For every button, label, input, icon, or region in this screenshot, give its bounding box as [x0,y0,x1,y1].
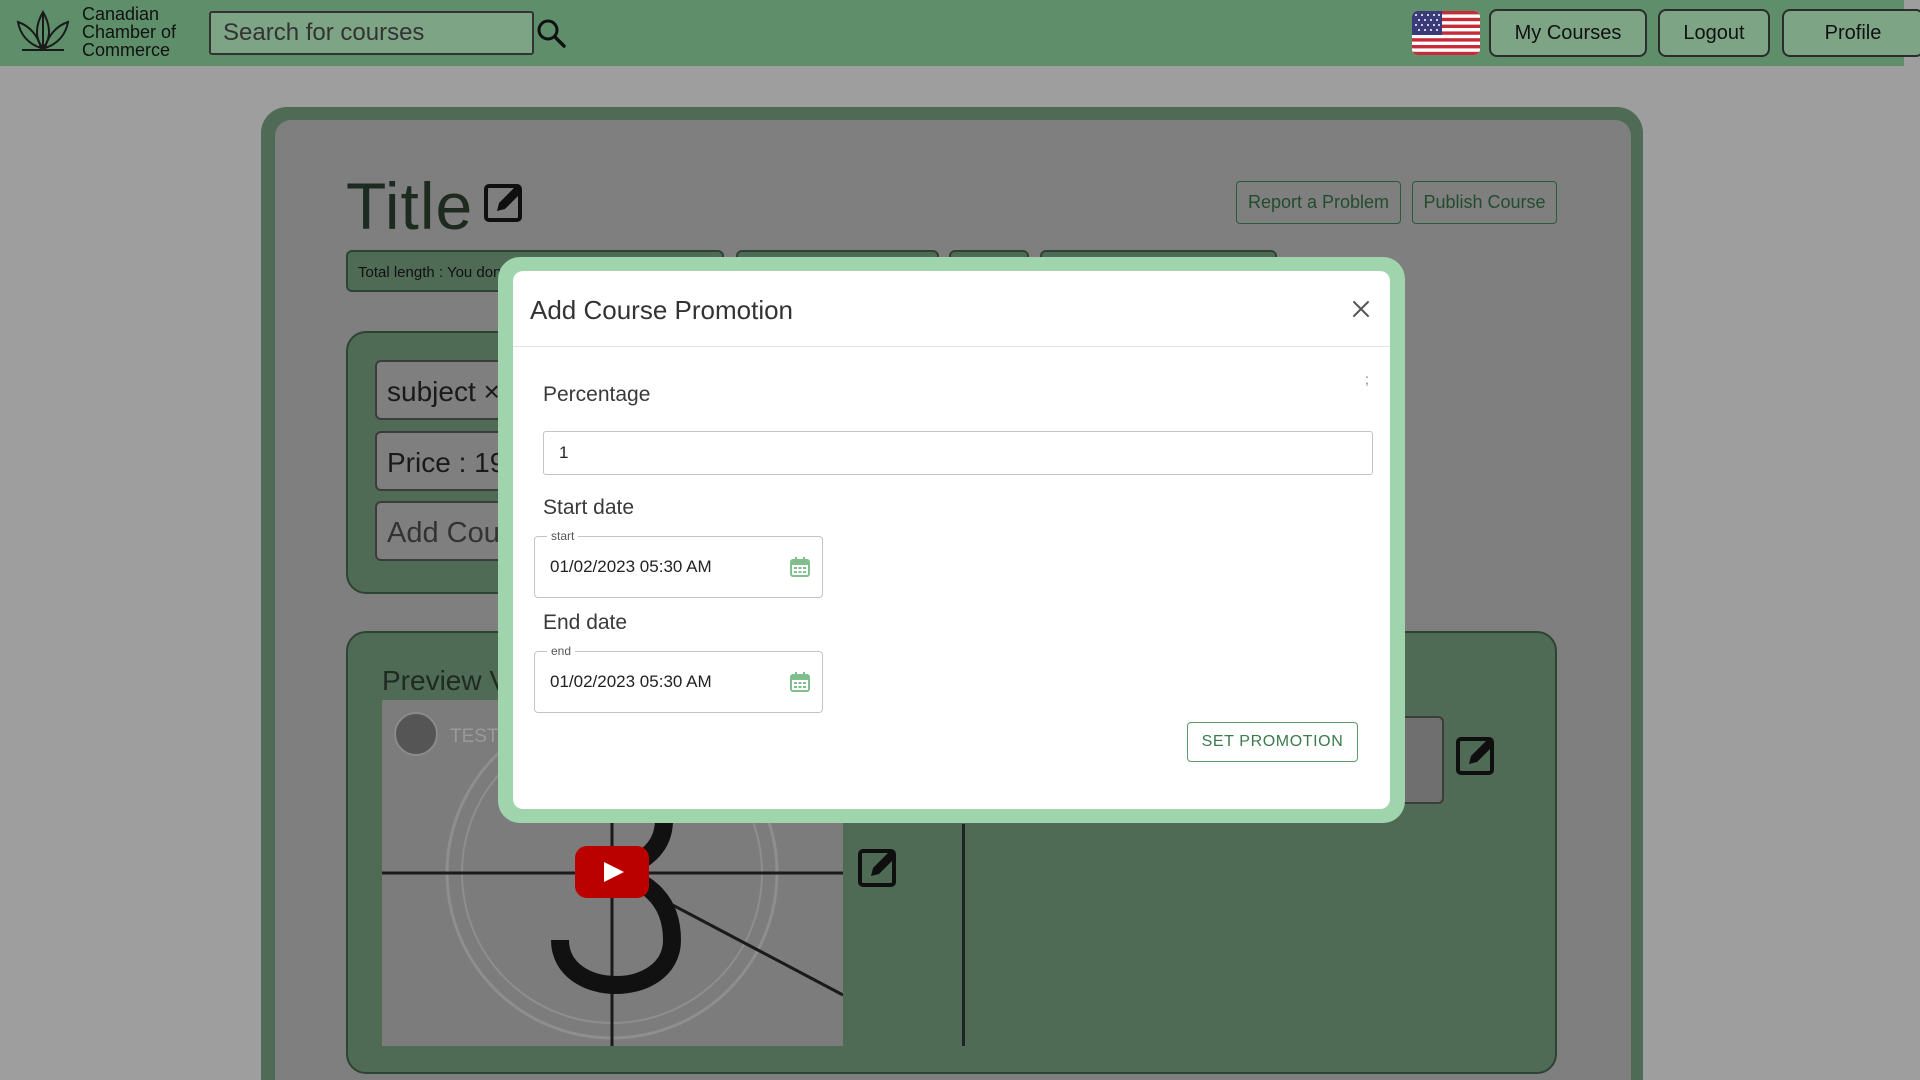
close-icon [1353,301,1369,317]
close-button[interactable] [1347,295,1375,323]
my-courses-button[interactable]: My Courses [1489,9,1647,57]
edit-title-icon[interactable] [483,181,527,225]
search-button[interactable] [535,18,567,50]
logout-button[interactable]: Logout [1658,9,1770,57]
total-length-text: Total length : You don [358,264,502,281]
calendar-icon [790,672,810,692]
publish-course-button[interactable]: Publish Course [1412,181,1557,224]
profile-button[interactable]: Profile [1782,9,1920,57]
video-title[interactable]: TEST [450,726,499,748]
top-nav-bar: Canadian Chamber of Commerce My Courses … [0,0,1920,66]
report-problem-button[interactable]: Report a Problem [1236,181,1401,224]
search-input[interactable] [209,11,534,55]
percentage-label: Percentage [543,383,651,406]
course-title: Title [346,169,474,243]
edit-description-icon[interactable] [1455,734,1499,778]
play-icon [604,862,624,882]
end-calendar-button[interactable] [787,670,813,696]
end-date-picker[interactable]: end 01/02/2023 05:30 AM [534,644,823,713]
end-date-label: End date [543,611,628,634]
end-date-legend: end [547,644,576,658]
modal-title: Add Course Promotion [530,295,794,325]
preview-video-label: Preview V [382,665,509,696]
logo-text[interactable]: Canadian Chamber of Commerce [82,5,176,59]
add-course-promotion-dialog: Add Course Promotion ; Percentage Start … [513,271,1390,809]
section-divider [962,824,965,1046]
logo-icon[interactable] [14,8,72,56]
start-date-label: Start date [543,496,635,519]
calendar-icon [790,557,810,577]
start-date-picker[interactable]: start 01/02/2023 05:30 AM [534,529,823,598]
start-date-legend: start [547,529,579,543]
start-date-value[interactable]: 01/02/2023 05:30 AM [550,557,712,577]
channel-avatar[interactable] [394,712,438,756]
us-flag-icon[interactable] [1412,11,1480,55]
modal-header: Add Course Promotion [513,271,1390,347]
edit-video-icon[interactable] [857,846,901,890]
percentage-input[interactable] [543,431,1373,475]
start-calendar-button[interactable] [787,555,813,581]
set-promotion-button[interactable]: SET PROMOTION [1187,722,1358,762]
play-button[interactable] [575,846,649,898]
end-date-value[interactable]: 01/02/2023 05:30 AM [550,672,712,692]
stray-mark: ; [1365,371,1369,387]
search-icon [537,19,566,48]
